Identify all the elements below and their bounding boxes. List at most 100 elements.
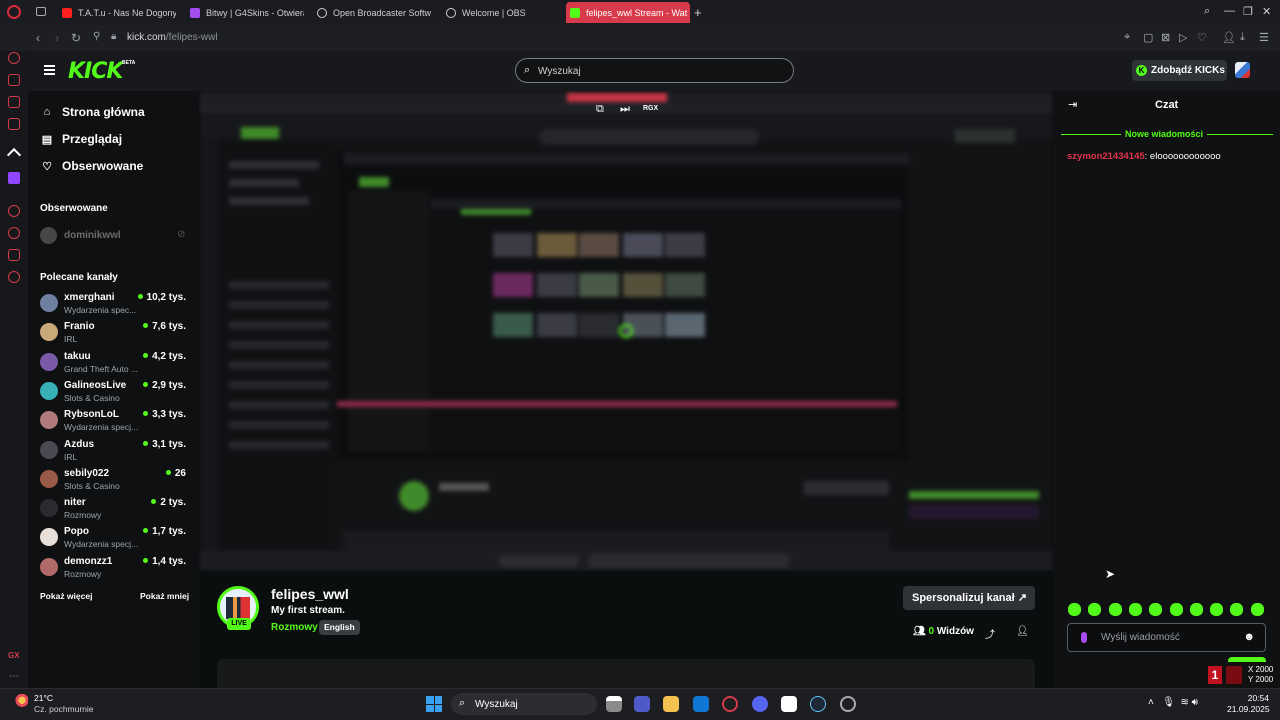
weather-status[interactable]: Cz. pochmurnie [34, 704, 94, 714]
discord-icon[interactable] [752, 696, 768, 712]
search-input[interactable]: ⌕ Wyszukaj [515, 58, 794, 83]
extensions-icon[interactable] [8, 249, 20, 261]
tab-welcome-obs[interactable]: Welcome | OBS [442, 2, 560, 23]
recommended-channel[interactable]: RybsonLoL Wydarzenia specj... 3,3 tys. [40, 409, 190, 433]
emote-icon[interactable] [1189, 603, 1203, 616]
recommended-channel[interactable]: niter Rozmowy 2 tys. [40, 497, 190, 521]
minimize-button[interactable]: — [1224, 5, 1235, 17]
recommended-channel[interactable]: demonzz1 Rozmowy 1,4 tys. [40, 556, 190, 580]
profile-icon[interactable]: 👤︎ [1222, 31, 1236, 44]
add-friend-icon[interactable]: 👤︎ [1016, 626, 1029, 637]
chat-username[interactable]: szymon21434145 [1067, 151, 1145, 162]
opera-gx-icon[interactable] [722, 696, 738, 712]
aria-icon[interactable] [8, 52, 20, 64]
emote-icon[interactable] [1230, 603, 1244, 616]
player-icon[interactable]: ▷ [1179, 31, 1187, 44]
gx-control-icon[interactable]: GX [8, 651, 20, 660]
nav-home[interactable]: ⌂ Strona główna [40, 105, 145, 119]
clock-date[interactable]: 21.09.2025 [1227, 704, 1270, 714]
messenger-icon[interactable] [8, 118, 20, 130]
vpn-icon[interactable]: ⊠ [1161, 31, 1170, 44]
emoji-icon[interactable]: ☻ [1243, 631, 1255, 643]
get-kicks-button[interactable]: K Zdobądź KICKs [1132, 60, 1227, 81]
emote-icon[interactable] [1068, 603, 1081, 616]
collapse-chat-icon[interactable]: ⇥ [1068, 98, 1077, 111]
snapshot-icon[interactable]: ▢ [1143, 31, 1153, 44]
tab-obs[interactable]: Open Broadcaster Softwa [313, 2, 431, 23]
emote-icon[interactable] [1108, 603, 1122, 616]
twitch-icon[interactable] [8, 172, 20, 184]
back-icon[interactable]: ‹ [36, 31, 40, 45]
recommended-channel[interactable]: Popo Wydarzenia specj... 1,7 tys. [40, 526, 190, 550]
close-window-button[interactable]: ✕ [1262, 5, 1271, 18]
pin-icon[interactable]: ⌖ [1124, 31, 1130, 44]
news-icon[interactable] [8, 96, 20, 108]
stream-category[interactable]: Rozmowy [271, 622, 318, 633]
more-icon[interactable]: ⋯ [9, 671, 19, 682]
emote-icon[interactable] [1128, 603, 1142, 616]
task-view-icon[interactable] [606, 696, 622, 712]
search-tabs-icon[interactable]: ⌕ [1204, 5, 1210, 18]
language-tag[interactable]: English [319, 620, 360, 635]
nav-following[interactable]: ♡ Obserwowane [40, 159, 143, 173]
emote-icon[interactable] [1088, 603, 1102, 616]
steam-icon[interactable] [810, 696, 826, 712]
streamer-name[interactable]: felipes_wwl [271, 586, 349, 602]
lock-icon[interactable]: 🔒︎ [111, 31, 116, 42]
temperature[interactable]: 21°C [34, 693, 53, 703]
teams-icon[interactable] [634, 696, 650, 712]
taskbar-search[interactable]: ⌕ Wyszukaj [451, 693, 597, 715]
show-more-button[interactable]: Pokaż więcej [40, 591, 92, 601]
wifi-icon[interactable]: ≋ [1180, 697, 1188, 708]
followed-channel[interactable]: dominikwwl ⊘ [40, 227, 190, 244]
recommended-channel[interactable]: Franio IRL 7,6 tys. [40, 321, 190, 345]
tab-tatu[interactable]: T.A.T.u - Nas Ne Dogony [58, 2, 176, 23]
volume-icon[interactable]: 🔊︎ [1192, 697, 1198, 708]
user-avatar[interactable] [1235, 62, 1250, 78]
workspaces-icon[interactable] [36, 7, 46, 16]
share-icon[interactable]: ⤴ [985, 626, 995, 641]
customize-channel-button[interactable]: Spersonalizuj kanał ↗ [903, 586, 1035, 610]
nav-browse[interactable]: ▤ Przeglądaj [40, 132, 122, 146]
microphone-tray-icon[interactable]: 🎙︎ [1162, 697, 1175, 708]
heart-icon[interactable]: ♡ [1197, 31, 1207, 44]
history-icon[interactable] [8, 205, 20, 217]
system-tray[interactable]: ˄ 🎙︎ ≋ 🔊︎ [1148, 697, 1198, 708]
gx-corner-icon[interactable] [8, 74, 20, 86]
reload-icon[interactable]: ↻ [71, 31, 81, 45]
clock-time[interactable]: 20:54 [1227, 693, 1269, 703]
tab-kick-stream[interactable]: felipes_wwl Stream - Wat [566, 2, 690, 23]
file-explorer-icon[interactable] [663, 696, 679, 712]
outlook-icon[interactable] [693, 696, 709, 712]
emote-icon[interactable] [1149, 603, 1163, 616]
show-less-button[interactable]: Pokaż mniej [140, 591, 189, 601]
capcut-icon[interactable] [781, 696, 797, 712]
recommended-channel[interactable]: GalineosLive Slots & Casino 2,9 tys. [40, 380, 190, 404]
new-tab-button[interactable]: + [694, 5, 702, 20]
forward-icon[interactable]: › [55, 31, 59, 45]
easy-setup-icon[interactable]: ☰ [1259, 31, 1269, 44]
site-settings-icon[interactable]: ⚲ [93, 31, 100, 42]
emote-icon[interactable] [1250, 603, 1264, 616]
chat-input[interactable]: Wyślij wiadomość ☻ [1067, 623, 1266, 652]
opera-logo-icon[interactable] [7, 5, 21, 19]
recommended-channel[interactable]: takuu Grand Theft Auto ... 4,2 tys. [40, 351, 190, 375]
emote-icon[interactable] [1210, 603, 1224, 616]
chevron-up-icon[interactable]: ˄ [1148, 697, 1154, 708]
quality-label[interactable]: RGX [643, 105, 658, 112]
start-icon[interactable] [426, 696, 442, 712]
clock-icon[interactable] [8, 227, 20, 239]
obs-taskbar-icon[interactable] [840, 696, 856, 712]
emote-icon[interactable] [1169, 603, 1183, 616]
recommended-channel[interactable]: sebily022 Slots & Casino 26 [40, 468, 190, 492]
url-field[interactable]: kick.com/felipes-wwl [127, 32, 218, 43]
skip-icon[interactable]: ⏭︎ [620, 103, 630, 116]
settings-icon[interactable] [8, 271, 20, 283]
tab-g4skins[interactable]: Bitwy | G4Skins - Otwiera [186, 2, 304, 23]
pip-icon[interactable]: ⧉ [596, 103, 604, 116]
recommended-channel[interactable]: xmerghani Wydarzenia spec... 10,2 tys. [40, 292, 190, 316]
weather-icon[interactable] [13, 694, 28, 708]
kick-logo[interactable]: KICK [68, 59, 123, 84]
restore-button[interactable]: ❐ [1243, 5, 1253, 18]
video-player[interactable]: ⧉ ⏭︎ RGX [199, 91, 1053, 571]
